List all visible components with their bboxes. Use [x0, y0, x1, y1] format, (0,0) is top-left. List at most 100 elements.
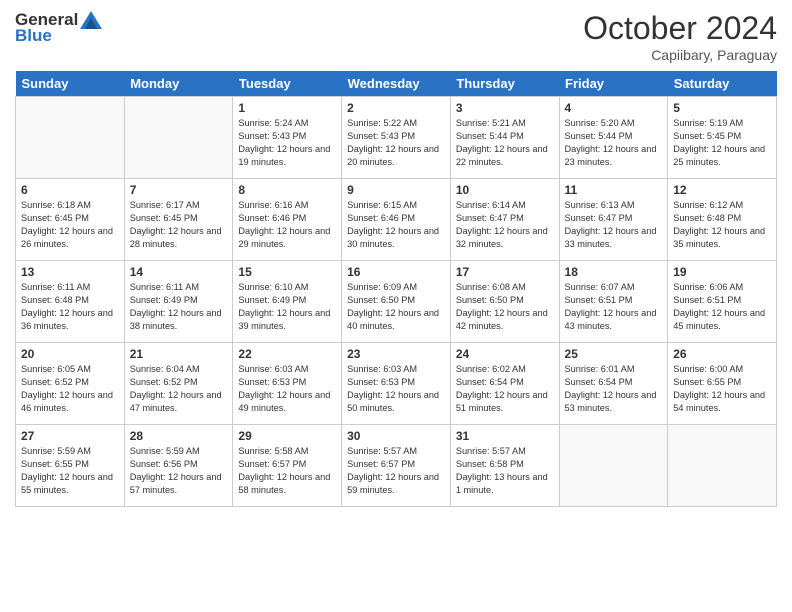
day-number: 5	[673, 101, 771, 115]
cell-content: Sunrise: 6:09 AM Sunset: 6:50 PM Dayligh…	[347, 281, 445, 333]
cell-content: Sunrise: 5:57 AM Sunset: 6:57 PM Dayligh…	[347, 445, 445, 497]
cell-content: Sunrise: 6:16 AM Sunset: 6:46 PM Dayligh…	[238, 199, 336, 251]
title-area: October 2024 Capiibary, Paraguay	[583, 10, 777, 63]
cell-content: Sunrise: 6:00 AM Sunset: 6:55 PM Dayligh…	[673, 363, 771, 415]
day-header-sunday: Sunday	[16, 71, 125, 97]
day-number: 16	[347, 265, 445, 279]
cell-2-1: 14Sunrise: 6:11 AM Sunset: 6:49 PM Dayli…	[124, 261, 233, 343]
day-number: 11	[565, 183, 663, 197]
cell-content: Sunrise: 5:24 AM Sunset: 5:43 PM Dayligh…	[238, 117, 336, 169]
day-number: 24	[456, 347, 554, 361]
header-row: SundayMondayTuesdayWednesdayThursdayFrid…	[16, 71, 777, 97]
cell-0-2: 1 Sunrise: 5:24 AM Sunset: 5:43 PM Daylig…	[233, 97, 342, 179]
day-header-thursday: Thursday	[450, 71, 559, 97]
cell-2-2: 15Sunrise: 6:10 AM Sunset: 6:49 PM Dayli…	[233, 261, 342, 343]
day-number: 4	[565, 101, 663, 115]
day-number: 9	[347, 183, 445, 197]
cell-content: Sunrise: 6:11 AM Sunset: 6:48 PM Dayligh…	[21, 281, 119, 333]
cell-content: Sunrise: 6:03 AM Sunset: 6:53 PM Dayligh…	[238, 363, 336, 415]
day-number: 10	[456, 183, 554, 197]
cell-0-0	[16, 97, 125, 179]
cell-content: Sunrise: 6:03 AM Sunset: 6:53 PM Dayligh…	[347, 363, 445, 415]
cell-content: Sunrise: 6:12 AM Sunset: 6:48 PM Dayligh…	[673, 199, 771, 251]
day-number: 30	[347, 429, 445, 443]
cell-content: Sunrise: 6:15 AM Sunset: 6:46 PM Dayligh…	[347, 199, 445, 251]
calendar-page: General Blue October 2024 Capiibary, Par…	[0, 0, 792, 612]
day-number: 29	[238, 429, 336, 443]
week-row-4: 20Sunrise: 6:05 AM Sunset: 6:52 PM Dayli…	[16, 343, 777, 425]
cell-content: Sunrise: 6:14 AM Sunset: 6:47 PM Dayligh…	[456, 199, 554, 251]
cell-2-0: 13 Sunrise: 6:11 AM Sunset: 6:48 PM Dayli…	[16, 261, 125, 343]
cell-4-5	[559, 425, 668, 507]
cell-4-1: 28 Sunrise: 5:59 AM Sunset: 6:56 PM Dayli…	[124, 425, 233, 507]
cell-content: Sunrise: 6:08 AM Sunset: 6:50 PM Dayligh…	[456, 281, 554, 333]
cell-0-5: 4 Sunrise: 5:20 AM Sunset: 5:44 PM Daylig…	[559, 97, 668, 179]
month-title: October 2024	[583, 10, 777, 47]
day-header-wednesday: Wednesday	[342, 71, 451, 97]
cell-4-4: 31Sunrise: 5:57 AM Sunset: 6:58 PM Dayli…	[450, 425, 559, 507]
cell-2-3: 16 Sunrise: 6:09 AM Sunset: 6:50 PM Dayli…	[342, 261, 451, 343]
cell-1-5: 11 Sunrise: 6:13 AM Sunset: 6:47 PM Dayli…	[559, 179, 668, 261]
header: General Blue October 2024 Capiibary, Par…	[15, 10, 777, 63]
cell-content: Sunrise: 5:20 AM Sunset: 5:44 PM Dayligh…	[565, 117, 663, 169]
day-number: 18	[565, 265, 663, 279]
cell-1-3: 9 Sunrise: 6:15 AM Sunset: 6:46 PM Daylig…	[342, 179, 451, 261]
cell-2-4: 17 Sunrise: 6:08 AM Sunset: 6:50 PM Dayli…	[450, 261, 559, 343]
day-number: 8	[238, 183, 336, 197]
cell-3-4: 24Sunrise: 6:02 AM Sunset: 6:54 PM Dayli…	[450, 343, 559, 425]
cell-4-3: 30 Sunrise: 5:57 AM Sunset: 6:57 PM Dayli…	[342, 425, 451, 507]
logo: General Blue	[15, 10, 102, 46]
cell-1-2: 8 Sunrise: 6:16 AM Sunset: 6:46 PM Daylig…	[233, 179, 342, 261]
cell-content: Sunrise: 5:21 AM Sunset: 5:44 PM Dayligh…	[456, 117, 554, 169]
logo-icon	[80, 11, 102, 29]
day-header-saturday: Saturday	[668, 71, 777, 97]
day-number: 28	[130, 429, 228, 443]
cell-1-6: 12 Sunrise: 6:12 AM Sunset: 6:48 PM Dayli…	[668, 179, 777, 261]
cell-0-1	[124, 97, 233, 179]
day-number: 21	[130, 347, 228, 361]
cell-3-3: 23 Sunrise: 6:03 AM Sunset: 6:53 PM Dayli…	[342, 343, 451, 425]
day-number: 19	[673, 265, 771, 279]
cell-content: Sunrise: 6:01 AM Sunset: 6:54 PM Dayligh…	[565, 363, 663, 415]
day-number: 20	[21, 347, 119, 361]
cell-content: Sunrise: 6:04 AM Sunset: 6:52 PM Dayligh…	[130, 363, 228, 415]
cell-2-5: 18Sunrise: 6:07 AM Sunset: 6:51 PM Dayli…	[559, 261, 668, 343]
cell-0-3: 2Sunrise: 5:22 AM Sunset: 5:43 PM Daylig…	[342, 97, 451, 179]
cell-4-2: 29 Sunrise: 5:58 AM Sunset: 6:57 PM Dayli…	[233, 425, 342, 507]
cell-content: Sunrise: 6:18 AM Sunset: 6:45 PM Dayligh…	[21, 199, 119, 251]
cell-content: Sunrise: 5:58 AM Sunset: 6:57 PM Dayligh…	[238, 445, 336, 497]
day-header-monday: Monday	[124, 71, 233, 97]
cell-3-0: 20Sunrise: 6:05 AM Sunset: 6:52 PM Dayli…	[16, 343, 125, 425]
day-number: 1	[238, 101, 336, 115]
day-number: 7	[130, 183, 228, 197]
day-number: 15	[238, 265, 336, 279]
day-number: 17	[456, 265, 554, 279]
day-number: 23	[347, 347, 445, 361]
day-header-friday: Friday	[559, 71, 668, 97]
cell-3-5: 25 Sunrise: 6:01 AM Sunset: 6:54 PM Dayli…	[559, 343, 668, 425]
day-header-tuesday: Tuesday	[233, 71, 342, 97]
calendar-table: SundayMondayTuesdayWednesdayThursdayFrid…	[15, 71, 777, 507]
week-row-2: 6 Sunrise: 6:18 AM Sunset: 6:45 PM Daylig…	[16, 179, 777, 261]
day-number: 27	[21, 429, 119, 443]
day-number: 12	[673, 183, 771, 197]
cell-content: Sunrise: 6:11 AM Sunset: 6:49 PM Dayligh…	[130, 281, 228, 333]
cell-4-0: 27Sunrise: 5:59 AM Sunset: 6:55 PM Dayli…	[16, 425, 125, 507]
day-number: 3	[456, 101, 554, 115]
day-number: 31	[456, 429, 554, 443]
cell-1-0: 6 Sunrise: 6:18 AM Sunset: 6:45 PM Daylig…	[16, 179, 125, 261]
cell-4-6	[668, 425, 777, 507]
cell-content: Sunrise: 5:22 AM Sunset: 5:43 PM Dayligh…	[347, 117, 445, 169]
day-number: 6	[21, 183, 119, 197]
cell-1-4: 10 Sunrise: 6:14 AM Sunset: 6:47 PM Dayli…	[450, 179, 559, 261]
location-subtitle: Capiibary, Paraguay	[583, 47, 777, 63]
cell-content: Sunrise: 6:13 AM Sunset: 6:47 PM Dayligh…	[565, 199, 663, 251]
day-number: 22	[238, 347, 336, 361]
cell-0-6: 5 Sunrise: 5:19 AM Sunset: 5:45 PM Daylig…	[668, 97, 777, 179]
cell-content: Sunrise: 6:17 AM Sunset: 6:45 PM Dayligh…	[130, 199, 228, 251]
day-number: 13	[21, 265, 119, 279]
day-number: 26	[673, 347, 771, 361]
day-number: 25	[565, 347, 663, 361]
cell-content: Sunrise: 5:59 AM Sunset: 6:56 PM Dayligh…	[130, 445, 228, 497]
cell-content: Sunrise: 5:19 AM Sunset: 5:45 PM Dayligh…	[673, 117, 771, 169]
